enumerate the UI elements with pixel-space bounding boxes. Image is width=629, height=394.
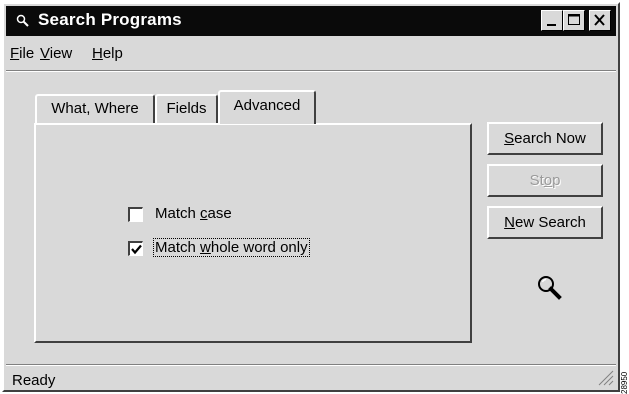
minimize-icon (547, 24, 556, 26)
close-button[interactable] (589, 10, 611, 31)
advanced-tab-panel: Match case Match whole word only (34, 123, 472, 343)
tab-fields[interactable]: Fields (155, 94, 218, 124)
resize-grip-icon[interactable] (596, 368, 614, 386)
tab-label: What, Where (51, 100, 139, 117)
tab-what-where[interactable]: What, Where (35, 94, 155, 124)
search-now-button[interactable]: Search Now (487, 122, 603, 155)
match-whole-word-label[interactable]: Match whole word only (153, 238, 310, 257)
menu-view[interactable]: View (40, 45, 72, 62)
close-icon (594, 14, 605, 26)
maximize-button[interactable] (563, 10, 585, 31)
match-case-checkbox[interactable] (128, 207, 143, 222)
minimize-button[interactable] (541, 10, 563, 31)
menu-bar: File View Help (6, 38, 616, 66)
status-separator (6, 364, 616, 366)
search-programs-window: Search Programs File View Help What, Whe… (2, 2, 620, 392)
match-whole-word-checkbox[interactable] (128, 241, 143, 256)
menu-file[interactable]: File (10, 45, 34, 62)
search-app-icon (16, 14, 29, 27)
title-bar[interactable]: Search Programs (6, 6, 616, 36)
checkmark-icon (131, 244, 142, 255)
menu-help[interactable]: Help (92, 45, 123, 62)
tab-label: Fields (166, 100, 207, 117)
match-case-label[interactable]: Match case (154, 205, 233, 222)
status-text: Ready (12, 372, 56, 389)
tab-label: Advanced (233, 97, 301, 114)
maximize-icon (568, 14, 580, 25)
window-title: Search Programs (38, 10, 182, 29)
tab-advanced[interactable]: Advanced (218, 90, 316, 124)
new-search-button[interactable]: New Search (487, 206, 603, 239)
figure-code: 28950 (621, 371, 629, 394)
menu-separator (6, 70, 616, 72)
magnifier-icon (538, 276, 562, 300)
stop-button[interactable]: Stop (487, 164, 603, 197)
